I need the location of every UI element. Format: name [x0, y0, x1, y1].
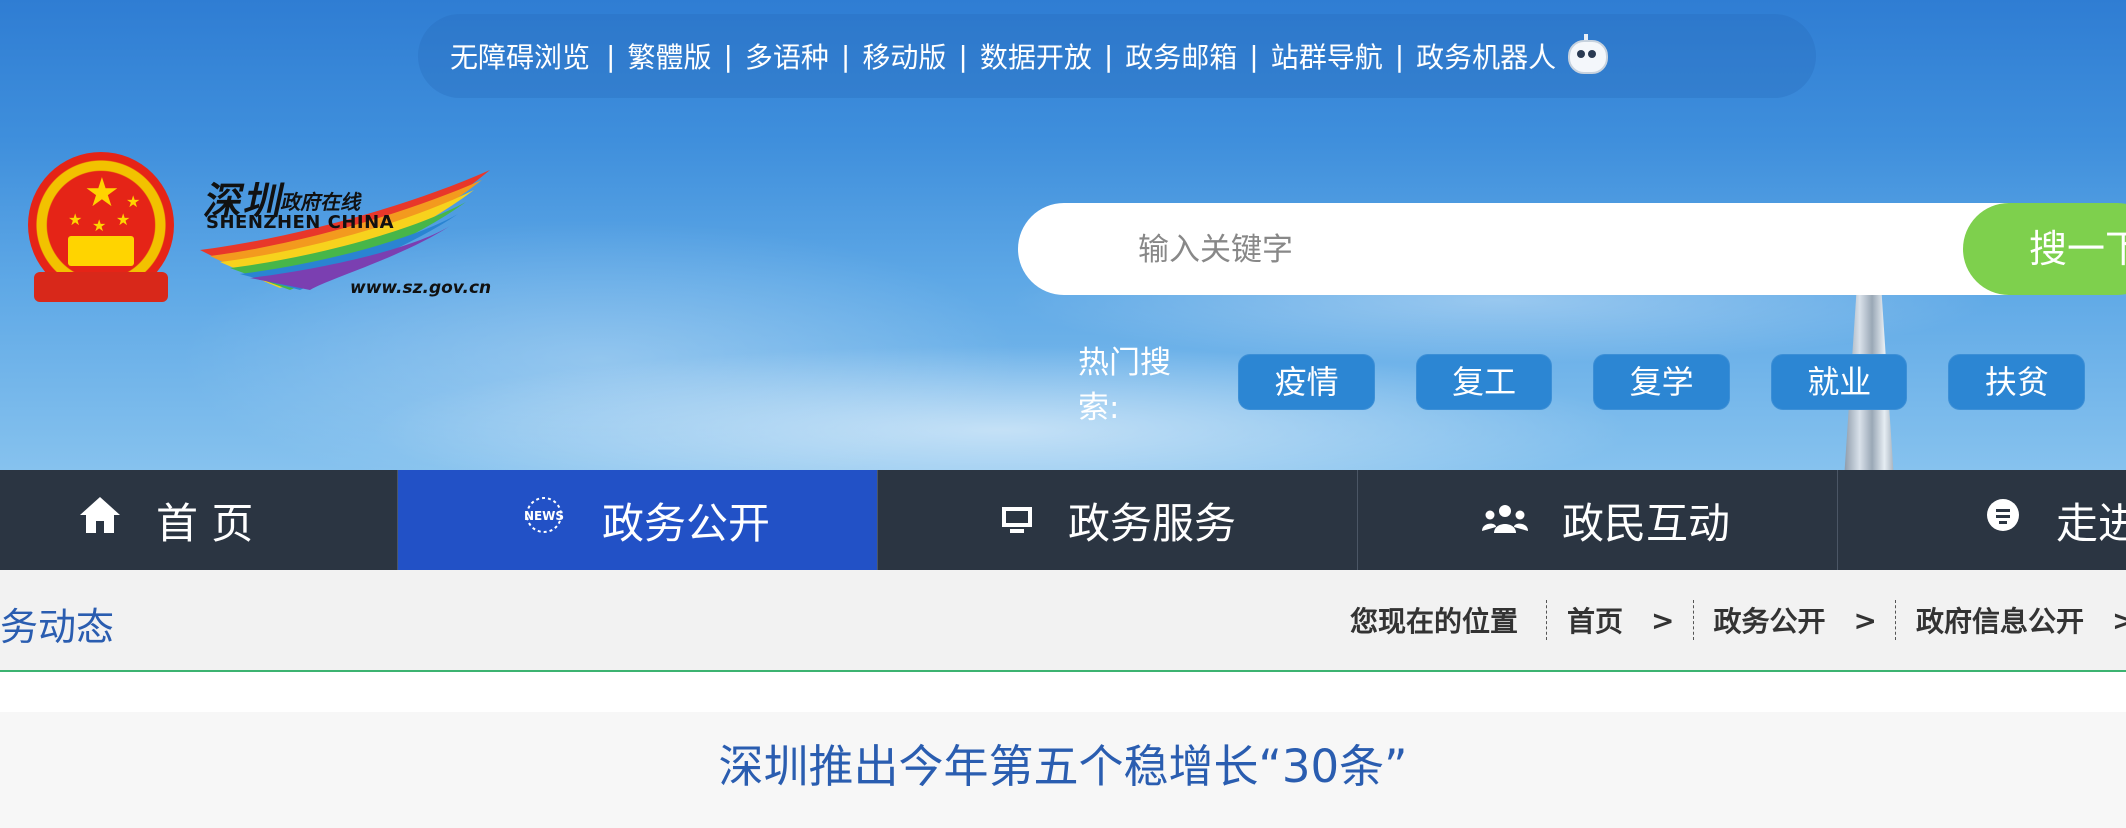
breadcrumb-bar: 政务动态 您现在的位置 首页 > 政务公开 > 政府信息公开 > — [0, 570, 2126, 672]
nav-item-label: 首 页 — [156, 498, 254, 548]
link-site-nav[interactable]: 站群导航 — [1271, 36, 1383, 76]
monitor-icon — [1000, 496, 1034, 545]
link-accessibility[interactable]: 无障碍浏览 — [450, 36, 590, 76]
hot-tag-epidemic[interactable]: 疫情 — [1238, 354, 1375, 410]
article-header: 深圳推出今年第五个稳增长“30条” — [0, 712, 2126, 828]
hot-tag-resume-school[interactable]: 复学 — [1593, 354, 1730, 410]
breadcrumb: 您现在的位置 首页 > 政务公开 > 政府信息公开 > — [1350, 600, 2126, 640]
breadcrumb-info-disclosure[interactable]: 政府信息公开 — [1894, 600, 2084, 640]
nav-item-about-shenzhen[interactable]: 走进深圳 — [1838, 470, 2126, 570]
svg-text:NEWS: NEWS — [524, 509, 564, 523]
search-button[interactable]: 搜一下 — [1963, 203, 2126, 295]
link-gov-mail[interactable]: 政务邮箱 — [1125, 36, 1237, 76]
main-nav: 首 页 NEWS 政务公开 政务服务 政民互动 走进深圳 — [0, 470, 2126, 570]
link-traditional[interactable]: 繁體版 — [627, 36, 711, 76]
nav-item-gov-services[interactable]: 政务服务 — [878, 470, 1358, 570]
breadcrumb-separator: > — [2112, 603, 2126, 637]
hot-tag-resume-work[interactable]: 复工 — [1415, 354, 1553, 410]
nav-item-label: 政务服务 — [1068, 498, 1237, 548]
link-separator: | — [840, 39, 851, 73]
breadcrumb-separator: > — [1651, 603, 1675, 637]
home-icon — [78, 495, 122, 545]
breadcrumb-gov-affairs[interactable]: 政务公开 — [1692, 600, 1826, 640]
link-mobile[interactable]: 移动版 — [862, 36, 946, 76]
hot-tag-poverty[interactable]: 扶贫 — [1948, 354, 2086, 410]
breadcrumb-separator: > — [1853, 603, 1877, 637]
news-icon: NEWS — [520, 495, 568, 545]
logo-english-text: SHENZHEN CHINA — [206, 212, 395, 233]
hot-tag-employment[interactable]: 就业 — [1770, 354, 1908, 410]
breadcrumb-prefix: 您现在的位置 — [1350, 605, 1519, 638]
people-icon — [1482, 496, 1528, 545]
link-multilingual[interactable]: 多语种 — [745, 36, 829, 76]
nav-item-interaction[interactable]: 政民互动 — [1358, 470, 1838, 570]
link-separator: | — [1103, 39, 1114, 73]
link-gov-robot[interactable]: 政务机器人 — [1416, 36, 1556, 76]
top-links-bar: 无障碍浏览 | 繁體版 | 多语种 | 移动版 | 数据开放 | 政务邮箱 | … — [418, 14, 1816, 98]
link-open-data[interactable]: 数据开放 — [980, 36, 1092, 76]
nav-item-label: 政民互动 — [1562, 498, 1731, 548]
hot-search-label: 热门搜索: — [1078, 345, 1171, 426]
link-separator: | — [1394, 39, 1405, 73]
hot-search: 热门搜索: 疫情 复工 复学 就业 扶贫 — [1078, 345, 2126, 426]
header-banner: 无障碍浏览 | 繁體版 | 多语种 | 移动版 | 数据开放 | 政务邮箱 | … — [0, 0, 2126, 470]
link-separator: | — [1249, 39, 1259, 73]
link-separator: | — [723, 39, 733, 73]
search-input[interactable] — [1136, 223, 1940, 277]
article-title: 深圳推出今年第五个稳增长“30条” — [718, 740, 1408, 793]
section-title: 政务动态 — [0, 605, 115, 649]
link-separator: | — [958, 39, 968, 73]
logo-url-text: www.sz.gov.cn — [350, 278, 492, 298]
chat-bubble-icon — [1984, 496, 2022, 545]
national-emblem-icon: ★ ★ ★ ★ ★ — [28, 152, 174, 310]
nav-item-gov-affairs-public[interactable]: NEWS 政务公开 — [398, 470, 878, 570]
robot-icon[interactable] — [1564, 34, 1609, 78]
link-separator: | — [606, 39, 616, 73]
breadcrumb-home[interactable]: 首页 — [1546, 600, 1623, 640]
nav-item-label: 政务公开 — [602, 498, 771, 548]
nav-item-label: 走进深圳 — [2056, 498, 2126, 548]
search-box — [1018, 203, 2126, 295]
nav-item-home[interactable]: 首 页 — [0, 470, 398, 570]
logo-chinese-subtext: 政府在线 — [279, 190, 365, 214]
